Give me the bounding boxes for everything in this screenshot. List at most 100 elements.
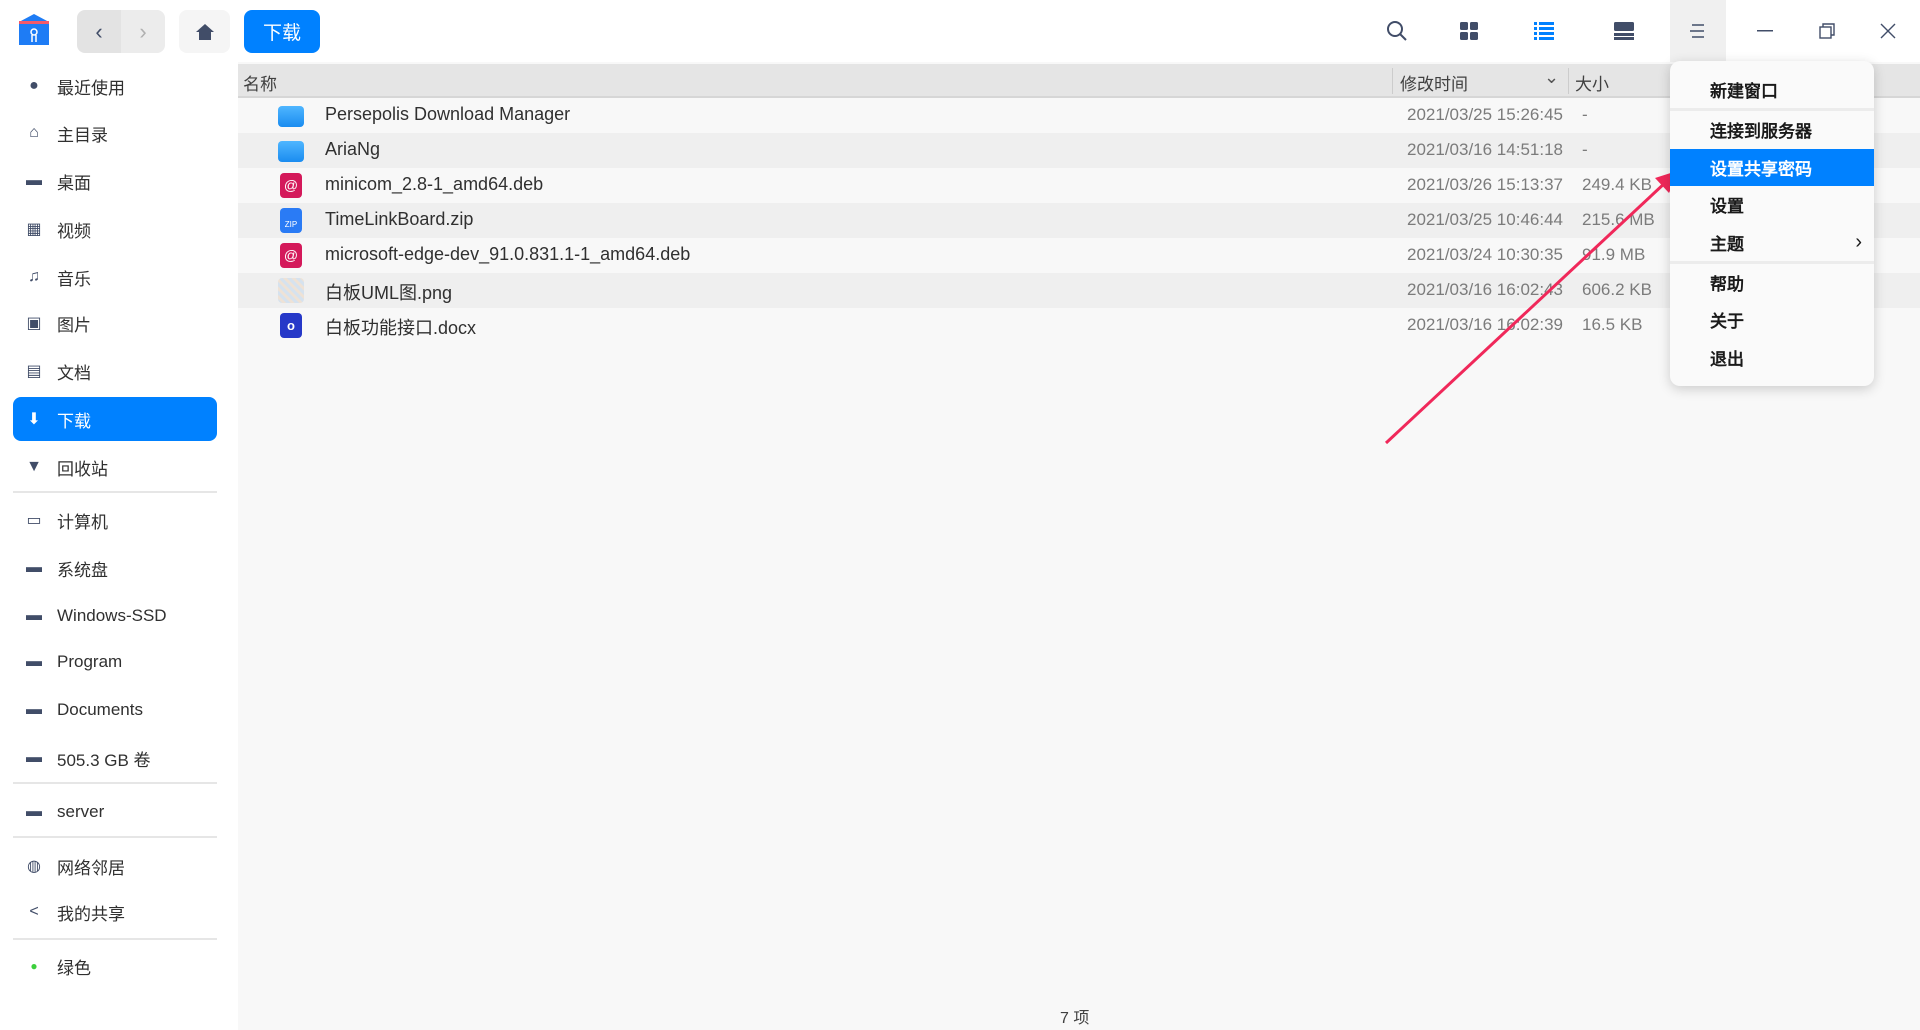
sidebar-item[interactable]: ▬ server — [13, 790, 217, 834]
file-row[interactable]: AriaNg 2021/03/16 14:51:18- — [238, 133, 1920, 168]
forward-button[interactable]: › — [121, 10, 165, 53]
sidebar-item-label: 回收站 — [57, 459, 108, 479]
deb-package-icon: @ — [280, 173, 302, 198]
sidebar-item[interactable]: ● 绿色 — [13, 944, 217, 988]
sidebar-item[interactable]: ▬ Documents — [13, 688, 217, 732]
sidebar-divider — [13, 836, 217, 838]
menu-item-label: 主题 — [1710, 235, 1744, 254]
status-item-count: 7 项 — [1060, 1010, 1090, 1027]
file-row[interactable]: Persepolis Download Manager 2021/03/25 15… — [238, 98, 1920, 133]
sidebar-item-label: 下载 — [57, 411, 91, 431]
menu-item[interactable]: 新建窗口 — [1670, 71, 1874, 108]
menu-item[interactable]: 主题 › — [1670, 224, 1874, 261]
home-icon — [195, 23, 214, 40]
menu-item[interactable]: 设置 — [1670, 186, 1874, 223]
search-icon — [1387, 21, 1407, 41]
menu-item[interactable]: 帮助 — [1670, 264, 1874, 301]
sidebar-item[interactable]: ▼ 回收站 — [13, 445, 217, 489]
minimize-button[interactable] — [1743, 14, 1787, 48]
sidebar-item-label: 音乐 — [57, 269, 91, 289]
menu-icon — [1690, 24, 1704, 38]
sidebar-item[interactable]: ◍ 网络邻居 — [13, 844, 217, 888]
folder-icon — [278, 141, 304, 162]
file-row[interactable]: 白板UML图.png 2021/03/16 16:02:43 606.2 KB — [238, 273, 1920, 308]
video-icon: ▦ — [26, 221, 42, 238]
back-button[interactable]: ‹ — [77, 10, 121, 53]
file-name: Persepolis Download Manager — [325, 104, 571, 124]
sidebar-item[interactable]: ▣ 图片 — [13, 301, 217, 345]
column-divider — [1392, 68, 1393, 94]
file-modified: 2021/03/26 15:13:37 — [1407, 175, 1563, 194]
sidebar-item[interactable]: < 我的共享 — [13, 890, 217, 934]
menu-item[interactable]: 退出 — [1670, 339, 1874, 376]
list-view-button[interactable] — [1527, 14, 1561, 48]
sidebar-item-label: 文档 — [57, 363, 91, 383]
sidebar-item[interactable]: ▬ 桌面 — [13, 159, 217, 203]
sidebar-item-label: Documents — [57, 700, 143, 719]
column-modified[interactable]: 修改时间 — [1400, 70, 1468, 95]
file-row[interactable]: @ minicom_2.8-1_amd64.deb 2021/03/26 15:13… — [238, 168, 1920, 203]
file-size: - — [1582, 105, 1588, 124]
disk-icon: ▬ — [26, 749, 42, 766]
sidebar-item[interactable]: ▤ 文档 — [13, 349, 217, 393]
file-name: microsoft-edge-dev_91.0.831.1-1_amd64.de… — [325, 244, 691, 264]
chevron-right-icon: › — [139, 18, 147, 44]
file-row[interactable]: ZIP TimeLinkBoard.zip 2021/03/25 10:46:44 2… — [238, 203, 1920, 238]
picture-icon: ▣ — [26, 315, 42, 332]
share-icon: < — [29, 903, 39, 920]
sidebar-item-label: 系统盘 — [57, 560, 108, 580]
sidebar-item-label: 绿色 — [57, 958, 91, 978]
close-icon — [1880, 23, 1896, 39]
file-size: 606.2 KB — [1582, 280, 1652, 299]
file-modified: 2021/03/25 15:26:45 — [1407, 105, 1563, 124]
sidebar-item[interactable]: ▦ 视频 — [13, 207, 217, 251]
file-size: 91.9 MB — [1582, 245, 1646, 264]
detail-view-button[interactable] — [1607, 14, 1641, 48]
sort-chevron-down-icon[interactable]: ⌄ — [1544, 67, 1559, 88]
folder-icon — [278, 106, 304, 127]
menu-item-label: 新建窗口 — [1710, 82, 1778, 101]
menu-item[interactable]: 连接到服务器 — [1670, 111, 1874, 148]
detail-panel-icon — [1614, 22, 1634, 40]
main-menu-button[interactable] — [1670, 0, 1726, 62]
close-button[interactable] — [1866, 14, 1910, 48]
sidebar-item-label: 网络邻居 — [57, 858, 125, 878]
grid-icon — [1460, 22, 1478, 40]
sidebar-item[interactable]: ♫ 音乐 — [13, 255, 217, 299]
file-name: TimeLinkBoard.zip — [325, 209, 474, 229]
sidebar-item[interactable]: ▬ Program — [13, 640, 217, 684]
sidebar-item[interactable]: ▭ 计算机 — [13, 498, 217, 542]
sidebar-divider — [13, 491, 217, 493]
sidebar-item[interactable]: ⌂ 主目录 — [13, 111, 217, 155]
maximize-button[interactable] — [1805, 14, 1849, 48]
sidebar-divider — [13, 782, 217, 784]
column-name[interactable]: 名称 — [243, 70, 277, 95]
file-modified: 2021/03/16 14:51:18 — [1407, 140, 1563, 159]
file-size: 16.5 KB — [1582, 315, 1643, 334]
sidebar-item[interactable]: ▬ 505.3 GB 卷 — [13, 736, 217, 780]
file-name: 白板功能接口.docx — [325, 318, 477, 338]
network-icon: ◍ — [27, 858, 41, 875]
breadcrumb-download[interactable]: 下载 — [244, 10, 320, 53]
menu-item[interactable]: 关于 — [1670, 301, 1874, 338]
image-file-icon — [278, 278, 304, 303]
menu-item-label: 退出 — [1710, 350, 1744, 369]
column-divider — [1568, 68, 1569, 94]
music-icon: ♫ — [28, 268, 40, 285]
menu-item[interactable]: 设置共享密码 — [1670, 149, 1874, 186]
file-row[interactable]: o 白板功能接口.docx 2021/03/16 16:02:39 16.5 KB — [238, 308, 1920, 343]
search-button[interactable] — [1380, 14, 1414, 48]
sidebar-item[interactable]: ▬ 系统盘 — [13, 546, 217, 590]
sidebar-item[interactable]: ▬ Windows-SSD — [13, 594, 217, 638]
sidebar-item[interactable]: ● 最近使用 — [13, 64, 217, 108]
sidebar-item[interactable]: ⬇ 下载 — [13, 397, 217, 441]
column-size[interactable]: 大小 — [1575, 70, 1609, 95]
file-name: minicom_2.8-1_amd64.deb — [325, 174, 544, 194]
home-button[interactable] — [179, 10, 230, 53]
file-row[interactable]: @ microsoft-edge-dev_91.0.831.1-1_amd64.d… — [238, 238, 1920, 273]
icon-view-button[interactable] — [1452, 14, 1486, 48]
zip-file-icon: ZIP — [280, 208, 302, 233]
computer-icon: ▭ — [26, 512, 42, 529]
restore-icon — [1819, 23, 1835, 39]
sidebar-item-label: Program — [57, 652, 123, 671]
